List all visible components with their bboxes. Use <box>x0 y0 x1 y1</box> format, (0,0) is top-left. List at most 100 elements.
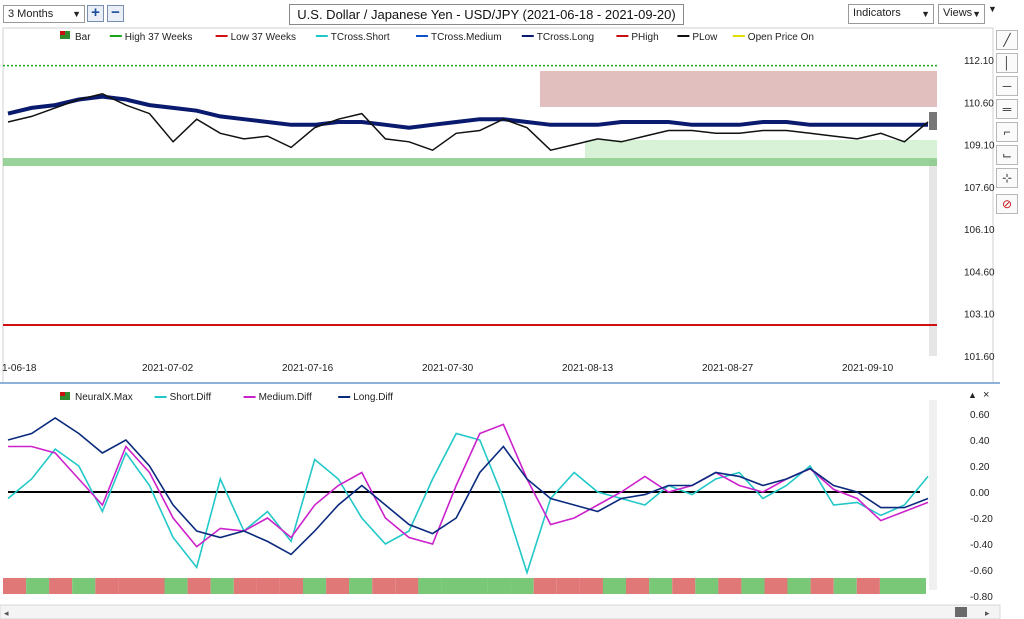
date-tick-label: 2021-08-13 <box>562 363 614 374</box>
resistance-zone <box>540 71 937 107</box>
bar-legend-swatch-red <box>60 31 65 35</box>
neuralx-bar <box>118 578 142 594</box>
price-axis: 112.10 110.60 109.10 107.60 106.10 104.60 103.… <box>964 56 995 363</box>
neuralx-bar <box>372 578 396 594</box>
neuralx-bar <box>326 578 350 594</box>
price-tick-label: 103.10 <box>964 310 995 321</box>
neuralx-bar <box>741 578 765 594</box>
neuralx-bar <box>395 578 419 594</box>
neuralx-bar <box>718 578 742 594</box>
price-tick-label: 107.60 <box>964 183 995 194</box>
price-tick-label: 112.10 <box>964 56 994 67</box>
neuralx-bar <box>210 578 234 594</box>
legend-low-37-weeks: Low 37 Weeks <box>231 32 296 43</box>
neuralx-bar <box>72 578 96 594</box>
legend-short-diff: Short.Diff <box>170 392 212 403</box>
scroll-left-icon[interactable]: ◂ <box>4 608 9 618</box>
neuralx-bar <box>856 578 880 594</box>
price-tick-label: 106.10 <box>964 225 995 236</box>
neuralx-bar <box>141 578 165 594</box>
price-tick-label: 110.60 <box>964 98 994 109</box>
neuralx-bars <box>3 578 926 594</box>
neuralx-bar <box>349 578 373 594</box>
osc-legend: NeuralX.Max Short.Diff Medium.Diff Long.Dif… <box>60 392 393 403</box>
horizontal-scrollbar[interactable] <box>0 604 1001 619</box>
legend-bar: Bar <box>75 32 91 43</box>
osc-tick-label: 0.60 <box>970 410 990 421</box>
neuralx-bar <box>187 578 211 594</box>
neuralx-bar <box>95 578 119 594</box>
date-tick-label: 2021-08-27 <box>702 363 754 374</box>
series-medium-diff <box>8 423 929 548</box>
legend-open-price-on: Open Price On <box>748 32 814 43</box>
neuralx-bar <box>649 578 673 594</box>
neuralx-bar <box>626 578 650 594</box>
neuralx-bar <box>418 578 442 594</box>
legend-tcross-short: TCross.Short <box>331 32 390 43</box>
legend-tcross-medium: TCross.Medium <box>431 32 502 43</box>
close-panel-icon[interactable]: × <box>983 389 989 401</box>
date-tick-label: 2021-07-16 <box>282 363 334 374</box>
neuralx-bar <box>49 578 73 594</box>
main-scrollbar-thumb[interactable] <box>929 112 937 130</box>
neuralx-bar <box>902 578 926 594</box>
neuralx-bar <box>556 578 580 594</box>
neuralx-bar <box>441 578 465 594</box>
date-tick-label: 2021-07-30 <box>422 363 474 374</box>
neuralx-bar <box>764 578 788 594</box>
main-legend: Bar High 37 Weeks Low 37 Weeks TCross.Short… <box>60 31 814 43</box>
neuralx-bar <box>233 578 257 594</box>
osc-tick-label: 0.00 <box>970 488 990 499</box>
support-zone <box>3 158 937 166</box>
osc-axis: 0.60 0.40 0.20 0.00 -0.20 -0.40 -0.60 -0.80 <box>970 410 993 603</box>
osc-tick-label: 0.20 <box>970 462 990 473</box>
neuralx-bar <box>602 578 626 594</box>
legend-medium-diff: Medium.Diff <box>259 392 312 403</box>
neuralx-bar <box>672 578 696 594</box>
legend-neuralx-max: NeuralX.Max <box>75 392 133 403</box>
neuralx-bar <box>810 578 834 594</box>
osc-lines <box>7 416 929 576</box>
neuralx-bar <box>164 578 188 594</box>
neuralx-legend-swatch-red <box>60 392 65 396</box>
date-axis: 1-06-18 2021-07-02 2021-07-16 2021-07-30 202… <box>2 363 894 374</box>
neuralx-bar <box>26 578 50 594</box>
legend-phigh: PHigh <box>631 32 658 43</box>
main-scrollbar-track[interactable] <box>929 160 937 356</box>
support-zone-right <box>585 140 937 158</box>
neuralx-bar <box>487 578 511 594</box>
date-tick-label: 2021-07-02 <box>142 363 194 374</box>
chart-svg[interactable]: ◂ ▸ ▲ × Bar High 37 Weeks Low 37 Weeks TCro… <box>0 0 1024 619</box>
collapse-icon[interactable]: ▲ <box>968 390 977 400</box>
osc-tick-label: 0.40 <box>970 436 990 447</box>
price-tick-label: 109.10 <box>964 141 995 152</box>
osc-scrollbar-track[interactable] <box>929 400 937 590</box>
osc-tick-label: -0.60 <box>970 566 993 577</box>
date-tick-label: 2021-09-10 <box>842 363 894 374</box>
osc-tick-label: -0.20 <box>970 514 993 525</box>
date-tick-label: 1-06-18 <box>2 363 37 374</box>
neuralx-bar <box>879 578 903 594</box>
neuralx-bar <box>579 578 603 594</box>
legend-tcross-long: TCross.Long <box>537 32 594 43</box>
scroll-right-icon[interactable]: ▸ <box>985 608 990 618</box>
neuralx-bar <box>533 578 557 594</box>
series-short-diff <box>7 432 929 576</box>
series-long-diff <box>7 416 929 556</box>
legend-plow: PLow <box>692 32 718 43</box>
legend-high-37-weeks: High 37 Weeks <box>125 32 193 43</box>
neuralx-bar <box>256 578 280 594</box>
price-tick-label: 101.60 <box>964 352 995 363</box>
neuralx-bar <box>510 578 534 594</box>
osc-tick-label: -0.40 <box>970 540 993 551</box>
neuralx-bar <box>787 578 811 594</box>
neuralx-bar <box>279 578 303 594</box>
osc-tick-label: -0.80 <box>970 592 993 603</box>
neuralx-bar <box>464 578 488 594</box>
neuralx-bar <box>3 578 27 594</box>
horizontal-scrollbar-thumb[interactable] <box>955 607 967 617</box>
neuralx-bar <box>695 578 719 594</box>
price-tick-label: 104.60 <box>964 267 995 278</box>
legend-long-diff: Long.Diff <box>353 392 393 403</box>
neuralx-bar <box>303 578 327 594</box>
